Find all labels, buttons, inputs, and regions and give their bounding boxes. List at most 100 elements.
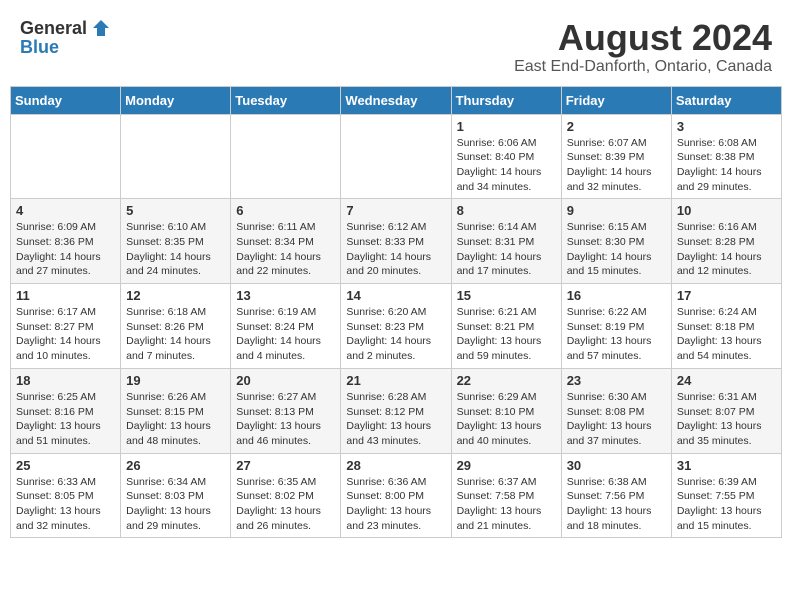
day-info: Sunrise: 6:35 AMSunset: 8:02 PMDaylight:… bbox=[236, 475, 335, 534]
calendar-cell: 17Sunrise: 6:24 AMSunset: 8:18 PMDayligh… bbox=[671, 284, 781, 369]
calendar-cell: 5Sunrise: 6:10 AMSunset: 8:35 PMDaylight… bbox=[121, 199, 231, 284]
day-number: 7 bbox=[346, 203, 445, 218]
day-number: 9 bbox=[567, 203, 666, 218]
calendar-cell: 15 Sunrise: 6:21 AMSunset: 8:21 PMDayligh… bbox=[451, 284, 561, 369]
day-number: 19 bbox=[126, 373, 225, 388]
day-info: Sunrise: 6:37 AMSunset: 7:58 PMDaylight:… bbox=[457, 475, 556, 534]
day-info: Sunrise: 6:15 AMSunset: 8:30 PMDaylight:… bbox=[567, 220, 666, 279]
day-number: 26 bbox=[126, 458, 225, 473]
day-number: 8 bbox=[457, 203, 556, 218]
calendar-cell: 18Sunrise: 6:25 AMSunset: 8:16 PMDayligh… bbox=[11, 368, 121, 453]
day-number: 20 bbox=[236, 373, 335, 388]
header: General Blue August 2024 East End-Danfor… bbox=[10, 10, 782, 80]
calendar-cell: 21 Sunrise: 6:28 AMSunset: 8:12 PMDayligh… bbox=[341, 368, 451, 453]
calendar-cell: 31Sunrise: 6:39 AMSunset: 7:55 PMDayligh… bbox=[671, 453, 781, 538]
day-number: 3 bbox=[677, 119, 776, 134]
day-number: 16 bbox=[567, 288, 666, 303]
weekday-header: Monday bbox=[121, 86, 231, 114]
title-area: August 2024 East End-Danforth, Ontario, … bbox=[514, 18, 772, 76]
day-number: 29 bbox=[457, 458, 556, 473]
day-number: 1 bbox=[457, 119, 556, 134]
main-title: August 2024 bbox=[514, 18, 772, 58]
weekday-header: Wednesday bbox=[341, 86, 451, 114]
day-info: Sunrise: 6:21 AMSunset: 8:21 PMDaylight:… bbox=[457, 305, 556, 364]
day-number: 21 bbox=[346, 373, 445, 388]
calendar-cell: 11 Sunrise: 6:17 AMSunset: 8:27 PMDayligh… bbox=[11, 284, 121, 369]
calendar-cell bbox=[341, 114, 451, 199]
calendar-cell: 24 Sunrise: 6:31 AMSunset: 8:07 PMDayligh… bbox=[671, 368, 781, 453]
calendar-cell: 27 Sunrise: 6:35 AMSunset: 8:02 PMDayligh… bbox=[231, 453, 341, 538]
calendar-cell: 2 Sunrise: 6:07 AMSunset: 8:39 PMDaylight… bbox=[561, 114, 671, 199]
calendar-table: SundayMondayTuesdayWednesdayThursdayFrid… bbox=[10, 86, 782, 539]
day-number: 6 bbox=[236, 203, 335, 218]
calendar-cell: 9 Sunrise: 6:15 AMSunset: 8:30 PMDaylight… bbox=[561, 199, 671, 284]
day-info: Sunrise: 6:16 AMSunset: 8:28 PMDaylight:… bbox=[677, 220, 776, 279]
logo-blue: Blue bbox=[20, 37, 59, 57]
calendar-cell: 14 Sunrise: 6:20 AMSunset: 8:23 PMDayligh… bbox=[341, 284, 451, 369]
day-number: 24 bbox=[677, 373, 776, 388]
weekday-header: Thursday bbox=[451, 86, 561, 114]
calendar-cell: 26 Sunrise: 6:34 AMSunset: 8:03 PMDayligh… bbox=[121, 453, 231, 538]
day-info: Sunrise: 6:06 AMSunset: 8:40 PMDaylight:… bbox=[457, 136, 556, 195]
day-info: Sunrise: 6:29 AMSunset: 8:10 PMDaylight:… bbox=[457, 390, 556, 449]
day-number: 12 bbox=[126, 288, 225, 303]
weekday-header: Saturday bbox=[671, 86, 781, 114]
calendar-cell: 25Sunrise: 6:33 AMSunset: 8:05 PMDayligh… bbox=[11, 453, 121, 538]
day-info: Sunrise: 6:24 AMSunset: 8:18 PMDaylight:… bbox=[677, 305, 776, 364]
calendar-cell: 6 Sunrise: 6:11 AMSunset: 8:34 PMDaylight… bbox=[231, 199, 341, 284]
day-info: Sunrise: 6:28 AMSunset: 8:12 PMDaylight:… bbox=[346, 390, 445, 449]
day-info: Sunrise: 6:08 AMSunset: 8:38 PMDaylight:… bbox=[677, 136, 776, 195]
day-info: Sunrise: 6:09 AMSunset: 8:36 PMDaylight:… bbox=[16, 220, 115, 279]
logo-icon bbox=[91, 18, 111, 38]
calendar-cell: 28 Sunrise: 6:36 AMSunset: 8:00 PMDayligh… bbox=[341, 453, 451, 538]
day-info: Sunrise: 6:31 AMSunset: 8:07 PMDaylight:… bbox=[677, 390, 776, 449]
day-info: Sunrise: 6:33 AMSunset: 8:05 PMDaylight:… bbox=[16, 475, 115, 534]
logo: General Blue bbox=[20, 18, 111, 58]
day-info: Sunrise: 6:07 AMSunset: 8:39 PMDaylight:… bbox=[567, 136, 666, 195]
calendar-cell bbox=[231, 114, 341, 199]
calendar-cell: 23 Sunrise: 6:30 AMSunset: 8:08 PMDayligh… bbox=[561, 368, 671, 453]
calendar-cell: 8 Sunrise: 6:14 AMSunset: 8:31 PMDaylight… bbox=[451, 199, 561, 284]
day-number: 4 bbox=[16, 203, 115, 218]
logo-general: General bbox=[20, 19, 87, 37]
day-info: Sunrise: 6:38 AMSunset: 7:56 PMDaylight:… bbox=[567, 475, 666, 534]
calendar-cell: 1 Sunrise: 6:06 AMSunset: 8:40 PMDaylight… bbox=[451, 114, 561, 199]
day-number: 18 bbox=[16, 373, 115, 388]
day-info: Sunrise: 6:12 AMSunset: 8:33 PMDaylight:… bbox=[346, 220, 445, 279]
calendar-cell: 12 Sunrise: 6:18 AMSunset: 8:26 PMDayligh… bbox=[121, 284, 231, 369]
day-info: Sunrise: 6:36 AMSunset: 8:00 PMDaylight:… bbox=[346, 475, 445, 534]
day-info: Sunrise: 6:18 AMSunset: 8:26 PMDaylight:… bbox=[126, 305, 225, 364]
calendar-cell: 4 Sunrise: 6:09 AMSunset: 8:36 PMDaylight… bbox=[11, 199, 121, 284]
day-info: Sunrise: 6:22 AMSunset: 8:19 PMDaylight:… bbox=[567, 305, 666, 364]
calendar-cell: 16 Sunrise: 6:22 AMSunset: 8:19 PMDayligh… bbox=[561, 284, 671, 369]
day-number: 11 bbox=[16, 288, 115, 303]
day-number: 2 bbox=[567, 119, 666, 134]
day-number: 28 bbox=[346, 458, 445, 473]
day-info: Sunrise: 6:34 AMSunset: 8:03 PMDaylight:… bbox=[126, 475, 225, 534]
day-info: Sunrise: 6:20 AMSunset: 8:23 PMDaylight:… bbox=[346, 305, 445, 364]
day-info: Sunrise: 6:26 AMSunset: 8:15 PMDaylight:… bbox=[126, 390, 225, 449]
day-number: 13 bbox=[236, 288, 335, 303]
day-number: 27 bbox=[236, 458, 335, 473]
day-info: Sunrise: 6:11 AMSunset: 8:34 PMDaylight:… bbox=[236, 220, 335, 279]
weekday-header: Sunday bbox=[11, 86, 121, 114]
day-info: Sunrise: 6:17 AMSunset: 8:27 PMDaylight:… bbox=[16, 305, 115, 364]
subtitle: East End-Danforth, Ontario, Canada bbox=[514, 58, 772, 76]
calendar-cell: 30 Sunrise: 6:38 AMSunset: 7:56 PMDayligh… bbox=[561, 453, 671, 538]
day-number: 30 bbox=[567, 458, 666, 473]
day-info: Sunrise: 6:14 AMSunset: 8:31 PMDaylight:… bbox=[457, 220, 556, 279]
calendar-cell: 19 Sunrise: 6:26 AMSunset: 8:15 PMDayligh… bbox=[121, 368, 231, 453]
day-number: 22 bbox=[457, 373, 556, 388]
day-number: 15 bbox=[457, 288, 556, 303]
day-info: Sunrise: 6:30 AMSunset: 8:08 PMDaylight:… bbox=[567, 390, 666, 449]
day-number: 14 bbox=[346, 288, 445, 303]
calendar-cell bbox=[121, 114, 231, 199]
calendar-cell: 29 Sunrise: 6:37 AMSunset: 7:58 PMDayligh… bbox=[451, 453, 561, 538]
calendar-cell: 3 Sunrise: 6:08 AMSunset: 8:38 PMDaylight… bbox=[671, 114, 781, 199]
day-info: Sunrise: 6:19 AMSunset: 8:24 PMDaylight:… bbox=[236, 305, 335, 364]
calendar-cell: 13 Sunrise: 6:19 AMSunset: 8:24 PMDayligh… bbox=[231, 284, 341, 369]
calendar-cell bbox=[11, 114, 121, 199]
day-number: 31 bbox=[677, 458, 776, 473]
day-number: 5 bbox=[126, 203, 225, 218]
day-number: 23 bbox=[567, 373, 666, 388]
